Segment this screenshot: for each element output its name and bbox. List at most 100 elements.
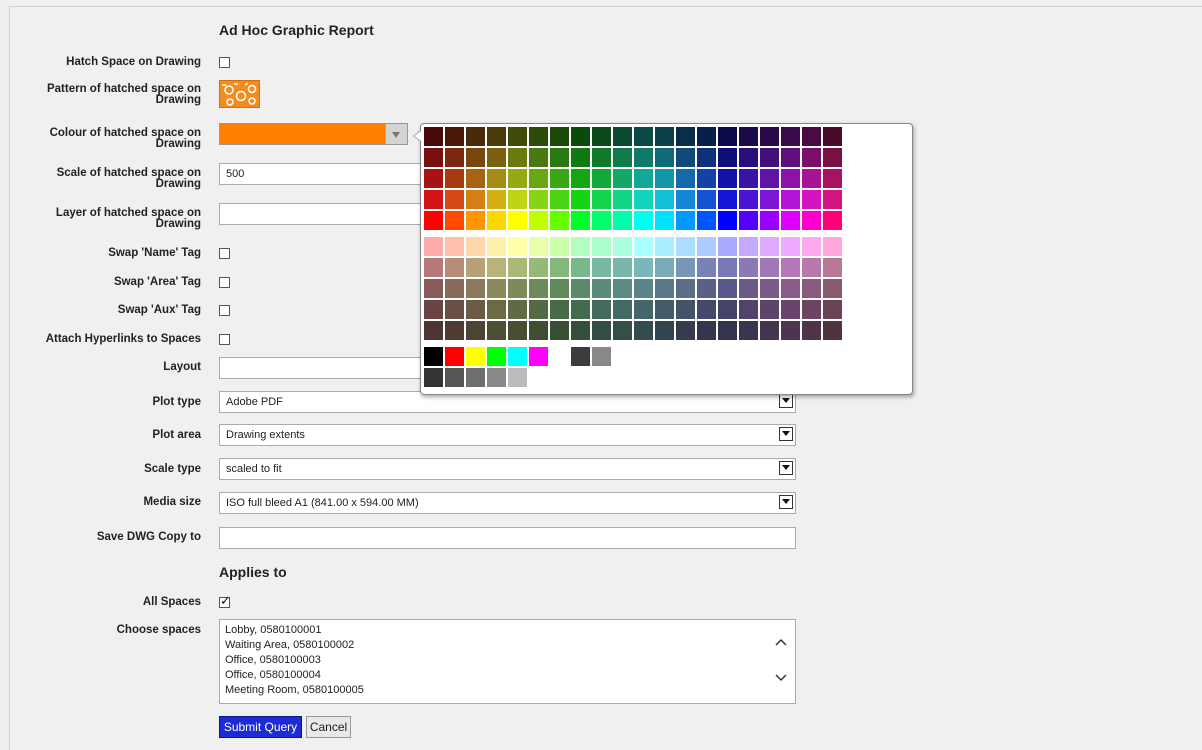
colour-swatch[interactable] xyxy=(739,127,758,146)
save-dwg-input[interactable] xyxy=(219,527,796,549)
colour-swatch[interactable] xyxy=(676,148,695,167)
colour-swatch[interactable] xyxy=(781,279,800,298)
colour-swatch[interactable] xyxy=(613,321,632,340)
colour-swatch[interactable] xyxy=(802,127,821,146)
colour-swatch[interactable] xyxy=(424,368,443,387)
colour-swatch[interactable] xyxy=(550,211,569,230)
colour-swatch[interactable] xyxy=(655,321,674,340)
colour-swatch[interactable] xyxy=(739,148,758,167)
colour-swatch[interactable] xyxy=(613,190,632,209)
chevron-down-icon[interactable] xyxy=(779,427,793,441)
colour-swatch[interactable] xyxy=(781,127,800,146)
colour-swatch[interactable] xyxy=(571,321,590,340)
colour-swatch[interactable] xyxy=(781,211,800,230)
colour-swatch[interactable] xyxy=(529,321,548,340)
colour-swatch[interactable] xyxy=(697,237,716,256)
colour-swatch[interactable] xyxy=(697,279,716,298)
colour-swatch[interactable] xyxy=(445,347,464,366)
colour-swatch[interactable] xyxy=(613,279,632,298)
colour-swatch[interactable] xyxy=(571,237,590,256)
colour-swatch[interactable] xyxy=(508,347,527,366)
colour-swatch[interactable] xyxy=(739,300,758,319)
colour-swatch[interactable] xyxy=(739,169,758,188)
colour-swatch[interactable] xyxy=(424,321,443,340)
colour-swatch[interactable] xyxy=(445,321,464,340)
colour-swatch[interactable] xyxy=(655,148,674,167)
colour-swatch[interactable] xyxy=(739,321,758,340)
colour-swatch[interactable] xyxy=(802,237,821,256)
colour-swatch[interactable] xyxy=(424,190,443,209)
colour-swatch[interactable] xyxy=(718,237,737,256)
colour-swatch[interactable] xyxy=(487,279,506,298)
colour-swatch[interactable] xyxy=(634,237,653,256)
colour-swatch[interactable] xyxy=(529,279,548,298)
colour-swatch[interactable] xyxy=(613,148,632,167)
colour-swatch[interactable] xyxy=(445,258,464,277)
colour-swatch[interactable] xyxy=(487,300,506,319)
colour-swatch[interactable] xyxy=(487,190,506,209)
colour-swatch[interactable] xyxy=(760,237,779,256)
colour-swatch[interactable] xyxy=(739,190,758,209)
chevron-down-icon[interactable] xyxy=(779,461,793,475)
colour-swatch[interactable] xyxy=(508,368,527,387)
colour-swatch[interactable] xyxy=(781,237,800,256)
colour-swatch[interactable] xyxy=(508,169,527,188)
colour-swatch[interactable] xyxy=(823,300,842,319)
colour-swatch[interactable] xyxy=(634,169,653,188)
colour-swatch[interactable] xyxy=(802,148,821,167)
cancel-button[interactable]: Cancel xyxy=(306,716,351,738)
colour-swatch[interactable] xyxy=(760,300,779,319)
colour-picker-field[interactable] xyxy=(219,123,408,145)
colour-swatch[interactable] xyxy=(697,169,716,188)
colour-swatch[interactable] xyxy=(487,258,506,277)
colour-swatch[interactable] xyxy=(676,190,695,209)
colour-swatch[interactable] xyxy=(760,127,779,146)
colour-swatch[interactable] xyxy=(676,321,695,340)
colour-swatch[interactable] xyxy=(634,190,653,209)
colour-swatch[interactable] xyxy=(424,148,443,167)
colour-swatch[interactable] xyxy=(781,169,800,188)
colour-swatch[interactable] xyxy=(445,237,464,256)
hatch-checkbox[interactable] xyxy=(219,57,230,68)
colour-swatch[interactable] xyxy=(445,127,464,146)
colour-swatch[interactable] xyxy=(445,279,464,298)
colour-swatch[interactable] xyxy=(634,258,653,277)
colour-swatch[interactable] xyxy=(508,211,527,230)
hatch-pattern-icon[interactable] xyxy=(219,80,260,108)
colour-swatch[interactable] xyxy=(655,279,674,298)
colour-swatch[interactable] xyxy=(592,279,611,298)
colour-swatch[interactable] xyxy=(529,258,548,277)
colour-swatch[interactable] xyxy=(760,190,779,209)
colour-swatch[interactable] xyxy=(718,127,737,146)
colour-swatch[interactable] xyxy=(571,127,590,146)
colour-swatch[interactable] xyxy=(655,300,674,319)
colour-swatch[interactable] xyxy=(508,279,527,298)
colour-swatch[interactable] xyxy=(613,237,632,256)
chevron-down-icon[interactable] xyxy=(775,674,787,682)
colour-swatch[interactable] xyxy=(424,300,443,319)
colour-swatch[interactable] xyxy=(802,300,821,319)
colour-swatch[interactable] xyxy=(718,190,737,209)
colour-swatch[interactable] xyxy=(781,148,800,167)
colour-swatch[interactable] xyxy=(655,127,674,146)
colour-swatch[interactable] xyxy=(613,258,632,277)
colour-swatch[interactable] xyxy=(676,258,695,277)
colour-swatch[interactable] xyxy=(760,258,779,277)
colour-swatch[interactable] xyxy=(634,321,653,340)
colour-swatch[interactable] xyxy=(739,258,758,277)
colour-swatch[interactable] xyxy=(466,279,485,298)
colour-swatch[interactable] xyxy=(802,190,821,209)
colour-swatch[interactable] xyxy=(592,347,611,366)
colour-swatch[interactable] xyxy=(760,148,779,167)
colour-swatch[interactable] xyxy=(697,190,716,209)
chevron-up-icon[interactable] xyxy=(775,638,787,646)
colour-swatch[interactable] xyxy=(571,190,590,209)
colour-swatch[interactable] xyxy=(676,211,695,230)
colour-swatch[interactable] xyxy=(655,211,674,230)
colour-swatch[interactable] xyxy=(550,148,569,167)
colour-swatch[interactable] xyxy=(634,211,653,230)
colour-swatch[interactable] xyxy=(571,148,590,167)
colour-swatch[interactable] xyxy=(466,258,485,277)
colour-swatch[interactable] xyxy=(613,169,632,188)
colour-swatch[interactable] xyxy=(487,169,506,188)
